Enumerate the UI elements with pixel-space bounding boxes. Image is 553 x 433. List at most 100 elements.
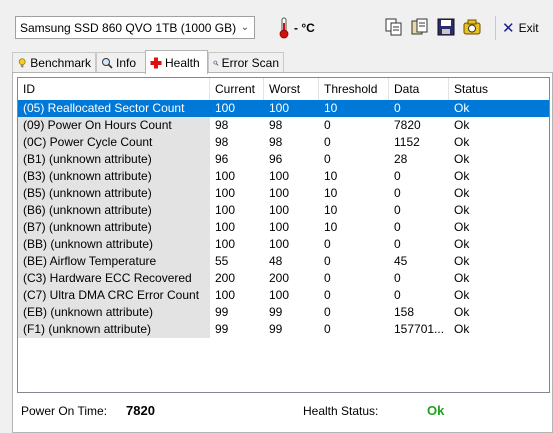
table-cell: 0 [394, 169, 401, 183]
table-cell: Ok [454, 135, 470, 149]
table-cell: (C3) Hardware ECC Recovered [18, 270, 210, 287]
table-cell: 10 [324, 169, 338, 183]
table-cell: Ok [454, 169, 470, 183]
screenshot-icon[interactable] [462, 17, 482, 37]
copy-all-icon[interactable] [410, 17, 430, 37]
table-cell: Ok [454, 288, 470, 302]
table-cell: (B1) (unknown attribute) [18, 151, 210, 168]
table-cell: 10 [324, 186, 338, 200]
tab-error-scan[interactable]: Error Scan [208, 52, 284, 73]
table-cell: 96 [269, 152, 283, 166]
column-header-threshold[interactable]: Threshold [319, 78, 389, 100]
table-cell: Ok [454, 152, 470, 166]
table-cell: Ok [454, 186, 470, 200]
table-cell: 100 [269, 288, 290, 302]
table-cell: (BB) (unknown attribute) [18, 236, 210, 253]
tab-label: Info [116, 56, 137, 70]
table-row[interactable]: (BE) Airflow Temperature 55 48 0 45 Ok [18, 253, 549, 270]
table-cell: Ok [454, 237, 470, 251]
smart-attribute-table[interactable]: ID Current Worst Threshold Data Status (… [17, 77, 550, 393]
tab-label: Error Scan [221, 56, 279, 70]
table-row[interactable]: (B5) (unknown attribute) 100 100 10 0 Ok [18, 185, 549, 202]
table-row[interactable]: (B3) (unknown attribute) 100 100 10 0 Ok [18, 168, 549, 185]
column-header-data[interactable]: Data [389, 78, 449, 100]
table-cell: 98 [215, 135, 229, 149]
table-cell: 0 [389, 100, 449, 117]
table-cell: 96 [215, 152, 229, 166]
column-header-current[interactable]: Current [210, 78, 264, 100]
table-cell: 100 [269, 186, 290, 200]
table-cell: 0 [394, 186, 401, 200]
health-status-value: Ok [427, 403, 445, 418]
table-row[interactable]: (BB) (unknown attribute) 100 100 0 0 Ok [18, 236, 549, 253]
table-row[interactable]: (C7) Ultra DMA CRC Error Count 100 100 0 0 Ok [18, 287, 549, 304]
table-cell: 157701... [394, 322, 445, 336]
table-cell: 0 [394, 203, 401, 217]
table-row[interactable]: (09) Power On Hours Count 98 98 0 7820 Ok [18, 117, 549, 134]
table-cell: Ok [449, 100, 549, 117]
exit-button[interactable]: ✕ Exit [502, 18, 539, 38]
table-cell: 98 [215, 118, 229, 132]
table-cell: 99 [215, 305, 229, 319]
column-header-status[interactable]: Status [449, 78, 549, 100]
red-cross-icon [150, 57, 162, 68]
table-cell: 0 [324, 152, 331, 166]
tab-benchmark[interactable]: Benchmark [12, 52, 96, 73]
table-cell: 28 [394, 152, 408, 166]
table-row[interactable]: (F1) (unknown attribute) 99 99 0 157701... Ok [18, 321, 549, 338]
table-cell: 0 [324, 271, 331, 285]
tab-info[interactable]: Info [96, 52, 147, 73]
table-cell: 99 [215, 322, 229, 336]
table-cell: (B7) (unknown attribute) [18, 219, 210, 236]
drive-select[interactable]: Samsung SSD 860 QVO 1TB (1000 GB) ⌄ [15, 16, 255, 39]
table-row[interactable]: (EB) (unknown attribute) 99 99 0 158 Ok [18, 304, 549, 321]
table-cell: Ok [454, 254, 470, 268]
table-cell: 0 [324, 288, 331, 302]
table-row[interactable]: (C3) Hardware ECC Recovered 200 200 0 0 Ok [18, 270, 549, 287]
table-cell: (05) Reallocated Sector Count [18, 100, 210, 117]
table-cell: 100 [269, 203, 290, 217]
table-cell: 1152 [394, 135, 420, 149]
close-icon: ✕ [502, 19, 515, 37]
table-row[interactable]: (0C) Power Cycle Count 98 98 0 1152 Ok [18, 134, 549, 151]
table-cell: 100 [269, 169, 290, 183]
table-cell: Ok [454, 305, 470, 319]
tab-label: Health [165, 55, 200, 70]
save-icon[interactable] [436, 17, 456, 37]
table-row[interactable]: (B7) (unknown attribute) 100 100 10 0 Ok [18, 219, 549, 236]
table-cell: 0 [394, 271, 401, 285]
table-cell: 100 [215, 203, 236, 217]
table-cell: 200 [215, 271, 236, 285]
table-cell: (EB) (unknown attribute) [18, 304, 210, 321]
health-status-label: Health Status: [303, 404, 379, 418]
table-cell: 100 [269, 220, 290, 234]
column-header-id[interactable]: ID [18, 78, 210, 100]
table-cell: 99 [269, 305, 283, 319]
table-cell: Ok [454, 203, 470, 217]
toolbar: Samsung SSD 860 QVO 1TB (1000 GB) ⌄ - °C… [0, 0, 553, 50]
table-cell: 0 [394, 288, 401, 302]
copy-icon[interactable] [384, 17, 404, 37]
table-cell: 0 [324, 305, 331, 319]
table-cell: 100 [215, 288, 236, 302]
table-cell: Ok [454, 220, 470, 234]
chevron-down-icon[interactable]: ⌄ [236, 22, 254, 33]
table-cell: 45 [394, 254, 408, 268]
table-cell: 0 [394, 237, 401, 251]
table-cell: (B5) (unknown attribute) [18, 185, 210, 202]
tab-label: Benchmark [30, 56, 91, 70]
column-header-worst[interactable]: Worst [264, 78, 319, 100]
table-row[interactable]: (B6) (unknown attribute) 100 100 10 0 Ok [18, 202, 549, 219]
table-row[interactable]: (B1) (unknown attribute) 96 96 0 28 Ok [18, 151, 549, 168]
power-on-time-value: 7820 [126, 403, 155, 418]
table-cell: 100 [210, 100, 264, 117]
table-cell: 0 [394, 220, 401, 234]
tab-health[interactable]: Health [145, 50, 208, 74]
table-cell: (09) Power On Hours Count [18, 117, 210, 134]
table-cell: (B3) (unknown attribute) [18, 168, 210, 185]
table-row[interactable]: (05) Reallocated Sector Count 100 100 10 0 Ok [18, 100, 549, 117]
table-cell: 55 [215, 254, 229, 268]
table-cell: (BE) Airflow Temperature [18, 253, 210, 270]
table-cell: 7820 [394, 118, 421, 132]
lightbulb-icon [18, 58, 26, 68]
